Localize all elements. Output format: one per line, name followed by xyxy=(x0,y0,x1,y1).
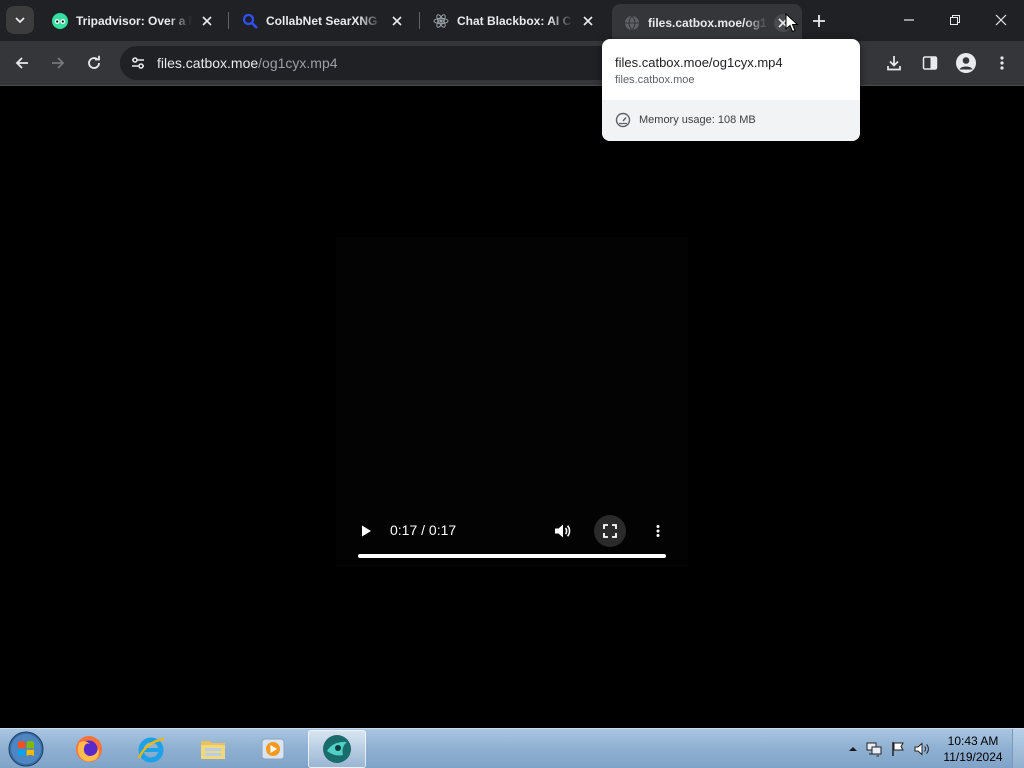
mouse-cursor-icon xyxy=(785,13,799,33)
arrow-left-icon xyxy=(15,57,28,69)
taskbar: 10:43 AM 11/19/2024 xyxy=(0,728,1024,768)
back-button[interactable] xyxy=(7,48,37,78)
memory-usage: Memory usage: 108 MB xyxy=(639,114,756,126)
network-icon xyxy=(866,742,882,757)
tab-search-button[interactable] xyxy=(6,6,34,34)
tray-action-center[interactable] xyxy=(890,741,906,757)
tab-title: Chat Blackbox: AI Cod xyxy=(457,13,573,28)
hover-card-footer: Memory usage: 108 MB xyxy=(602,100,860,141)
avatar-icon xyxy=(956,53,976,73)
site-info-icon[interactable] xyxy=(128,53,148,73)
close-window-button[interactable] xyxy=(978,0,1024,40)
progress-fill xyxy=(358,554,666,558)
reload-button[interactable] xyxy=(79,48,109,78)
tripadvisor-icon xyxy=(52,12,68,29)
blackbox-icon xyxy=(433,13,449,29)
close-tab-icon[interactable] xyxy=(388,12,406,30)
chevron-down-icon xyxy=(15,17,25,24)
gauge-icon xyxy=(615,112,631,128)
downloads-button[interactable] xyxy=(879,48,909,78)
clock-date: 11/19/2024 xyxy=(943,750,1003,764)
menu-button[interactable] xyxy=(987,48,1017,78)
reload-icon xyxy=(88,55,100,69)
search-icon xyxy=(242,13,258,29)
more-vertical-icon xyxy=(1000,56,1004,70)
side-panel-icon xyxy=(922,56,938,70)
clock-time: 10:43 AM xyxy=(947,734,999,748)
profile-button[interactable] xyxy=(951,48,981,78)
hover-card-title: files.catbox.moe/og1cyx.mp4 xyxy=(615,55,783,70)
tab-title: CollabNet SearXNG xyxy=(266,13,378,28)
tab-separator xyxy=(419,12,420,29)
media-player-icon xyxy=(261,738,285,760)
page-content: 0:17 / 0:17 xyxy=(0,87,1024,728)
tab-catbox[interactable]: files.catbox.moe/og1c xyxy=(612,4,802,41)
tab-separator xyxy=(228,12,229,29)
video-controls: 0:17 / 0:17 xyxy=(336,507,688,567)
play-icon xyxy=(362,525,371,537)
download-icon xyxy=(887,56,901,71)
tab-title: Tripadvisor: Over a bil xyxy=(76,13,192,28)
tab-strip: Tripadvisor: Over a bil CollabNet SearXN… xyxy=(0,0,1024,41)
tray-network[interactable] xyxy=(866,741,882,757)
url-path: /og1cyx.mp4 xyxy=(258,55,338,71)
windows-logo-icon xyxy=(8,731,44,767)
close-tab-icon[interactable] xyxy=(198,12,216,30)
flag-icon xyxy=(892,742,904,756)
fullscreen-button[interactable] xyxy=(594,515,626,547)
tab-tripadvisor[interactable]: Tripadvisor: Over a bil xyxy=(40,4,226,37)
taskbar-internet-explorer[interactable] xyxy=(122,730,180,768)
minimize-button[interactable] xyxy=(886,0,932,40)
speaker-icon xyxy=(914,742,929,756)
close-icon xyxy=(995,14,1007,26)
more-options-button[interactable] xyxy=(642,515,674,547)
arrow-right-icon xyxy=(52,57,65,69)
progress-bar[interactable] xyxy=(358,554,666,558)
taskbar-firefox[interactable] xyxy=(60,730,118,768)
new-tab-button[interactable] xyxy=(806,8,832,34)
more-vertical-icon xyxy=(656,525,660,537)
close-tab-icon[interactable] xyxy=(579,12,597,30)
system-clock[interactable]: 10:43 AM 11/19/2024 xyxy=(938,733,1008,765)
tray-volume[interactable] xyxy=(914,741,930,757)
chevron-up-icon xyxy=(849,747,857,751)
play-button[interactable] xyxy=(350,515,382,547)
forward-button[interactable] xyxy=(43,48,73,78)
internet-explorer-icon xyxy=(137,737,165,763)
tab-title: files.catbox.moe/og1c xyxy=(648,15,768,30)
start-button[interactable] xyxy=(6,730,46,768)
playback-time: 0:17 / 0:17 xyxy=(390,522,457,538)
browser-toolbar: files.catbox.moe/og1cyx.mp4 xyxy=(0,41,1024,86)
blackbox-app-icon xyxy=(323,735,351,763)
show-hidden-icons-button[interactable] xyxy=(845,741,861,757)
firefox-icon xyxy=(76,736,102,762)
globe-icon xyxy=(624,15,640,31)
mute-button[interactable] xyxy=(546,515,578,547)
tab-blackbox[interactable]: Chat Blackbox: AI Cod xyxy=(421,4,607,37)
restore-icon xyxy=(950,15,960,25)
fullscreen-icon xyxy=(603,524,617,538)
hover-card-domain: files.catbox.moe xyxy=(615,74,695,86)
url-host: files.catbox.moe xyxy=(157,55,259,71)
side-panel-button[interactable] xyxy=(915,48,945,78)
taskbar-file-explorer[interactable] xyxy=(184,730,242,768)
tab-searxng[interactable]: CollabNet SearXNG xyxy=(230,4,416,37)
file-explorer-icon xyxy=(201,741,225,759)
show-desktop-button[interactable] xyxy=(1012,729,1024,768)
plus-icon xyxy=(813,15,825,27)
restore-button[interactable] xyxy=(932,0,978,40)
tab-hover-card: files.catbox.moe/og1cyx.mp4 files.catbox… xyxy=(602,39,860,141)
url-text: files.catbox.moe/og1cyx.mp4 xyxy=(157,55,338,71)
minimize-icon xyxy=(904,19,914,21)
volume-icon xyxy=(555,524,571,538)
taskbar-blackbox-app[interactable] xyxy=(308,730,366,768)
taskbar-media-player[interactable] xyxy=(244,730,302,768)
